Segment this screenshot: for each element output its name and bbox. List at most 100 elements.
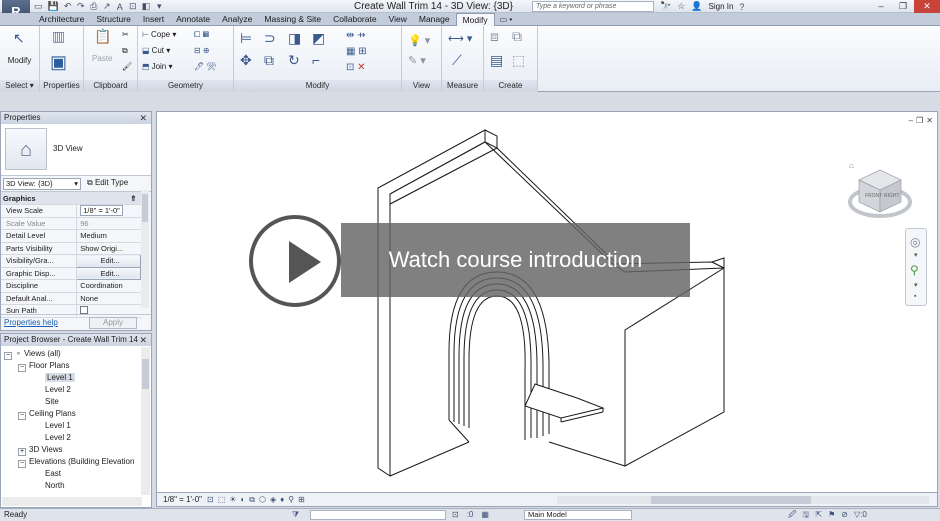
create-similar-icon[interactable]: ⬚	[512, 52, 525, 69]
cope-button[interactable]: ⊢ Cope ▾	[142, 30, 176, 39]
browser-horizontal-scrollbar[interactable]	[2, 497, 142, 506]
select-links-icon[interactable]: 🖉	[788, 509, 797, 521]
sun-path-icon[interactable]: ☀	[229, 493, 236, 506]
search-input[interactable]: Type a keyword or phrase	[532, 1, 654, 12]
view-scrollbar[interactable]	[929, 128, 937, 480]
property-row[interactable]: Graphic Disp... Edit...	[1, 266, 141, 280]
property-value[interactable]: Coordination	[76, 279, 141, 293]
close-icon[interactable]: ✕	[139, 334, 147, 346]
filter-icon[interactable]: ▽:0	[854, 509, 867, 521]
copy-icon[interactable]: ⧉	[264, 52, 274, 69]
tree-node-3d-views[interactable]: +3D Views	[18, 444, 63, 456]
workset-icon[interactable]: ⧩	[292, 509, 299, 521]
viewcube[interactable]: FRONT RIGHT ⌂	[845, 156, 915, 226]
user-icon[interactable]: 👤	[691, 1, 702, 12]
property-row[interactable]: Default Anal... None	[1, 292, 141, 305]
paste-icon[interactable]: 📋	[94, 28, 111, 45]
property-value[interactable]: 1/8" = 1'-0"	[76, 204, 141, 218]
rotate-icon[interactable]: ↻	[288, 52, 300, 69]
minimize-button[interactable]: –	[870, 0, 892, 13]
steering-wheel-icon[interactable]: ◎	[910, 235, 920, 249]
edit-type-button[interactable]: ⧉ Edit Type	[87, 178, 128, 188]
show-crop-region-icon[interactable]: ◈	[270, 493, 276, 506]
view-scale-input[interactable]: 1/8" = 1'-0"	[80, 205, 123, 217]
match-properties-icon[interactable]: 🖌	[122, 62, 132, 71]
tab-view[interactable]: View	[383, 13, 413, 26]
select-pinned-icon[interactable]: ⇱	[815, 509, 822, 521]
instance-filter-select[interactable]: 3D View: {3D} ▾	[3, 178, 81, 190]
save-icon[interactable]: 💾	[48, 1, 59, 12]
join-button[interactable]: ⬒ Join ▾	[142, 62, 172, 71]
design-option-select[interactable]: Main Model	[524, 510, 632, 520]
measure-between-icon[interactable]: ⟷ ▾	[448, 32, 472, 45]
copy-clipboard-icon[interactable]: ⧉	[122, 46, 128, 56]
temporary-hide-icon[interactable]: ⚲	[288, 493, 294, 506]
browser-scrollbar[interactable]	[141, 347, 150, 495]
workset-select[interactable]	[310, 510, 446, 520]
qat-dropdown-icon[interactable]: ▾	[155, 1, 163, 12]
redo-icon[interactable]: ↷	[77, 1, 85, 12]
visual-style-icon[interactable]: ⬚	[218, 493, 226, 506]
measure-icon[interactable]: ↗	[103, 1, 111, 12]
override-graphics-icon[interactable]: ✎ ▾	[408, 54, 426, 67]
cut-geometry-button[interactable]: ⬓ Cut ▾	[142, 46, 170, 55]
paste-button[interactable]: Paste	[92, 54, 112, 63]
render-dialog-icon[interactable]: ⧉	[249, 493, 255, 506]
viewcube-home-icon[interactable]: ⌂	[849, 161, 854, 170]
aligned-dimension-icon[interactable]: ⟋	[452, 52, 462, 69]
undo-icon[interactable]: ↶	[64, 1, 72, 12]
hide-in-view-icon[interactable]: 💡 ▾	[408, 34, 430, 47]
tab-massing-site[interactable]: Massing & Site	[258, 13, 327, 26]
shadows-icon[interactable]: ◐	[240, 493, 245, 506]
select-panel-label[interactable]: Select ▾	[0, 80, 39, 92]
favorites-icon[interactable]: ☆	[677, 1, 685, 12]
delete-icon[interactable]: ✕	[357, 62, 365, 73]
open-icon[interactable]: ▭	[34, 1, 43, 12]
mirror-pick-axis-icon[interactable]: ◨	[288, 30, 301, 47]
close-button[interactable]: ✕	[914, 0, 940, 13]
apply-button[interactable]: Apply	[89, 317, 137, 329]
zoom-icon[interactable]: ⚲	[910, 263, 919, 277]
property-row[interactable]: View Scale 1/8" = 1'-0"	[1, 204, 141, 218]
tab-collaborate[interactable]: Collaborate	[327, 13, 382, 26]
play-button[interactable]	[249, 215, 341, 307]
lock-view-icon[interactable]: ♦	[280, 493, 284, 506]
view-horizontal-scrollbar[interactable]	[557, 496, 929, 504]
cut-clipboard-icon[interactable]: ✂	[122, 30, 129, 39]
watch-intro-banner[interactable]: Watch course introduction	[341, 223, 690, 297]
split-face-icon[interactable]: ⊟ ⊕	[194, 46, 210, 55]
property-row[interactable]: Detail Level Medium	[1, 229, 141, 243]
property-row[interactable]: Discipline Coordination	[1, 279, 141, 293]
property-value[interactable]: Show Origi...	[76, 242, 141, 255]
wall-joins-icon[interactable]: ⧠ ▦	[194, 30, 209, 40]
tab-structure[interactable]: Structure	[90, 13, 137, 26]
offset-icon[interactable]: ⊃	[264, 30, 276, 47]
tree-node-elevations[interactable]: − Elevations (Building Elevation	[18, 456, 134, 468]
create-parts-icon[interactable]: ⧉	[512, 28, 522, 45]
select-by-face-icon[interactable]: ⚑	[828, 509, 835, 521]
cursor-arrow-icon[interactable]: ↖	[13, 30, 25, 47]
editable-only-icon[interactable]: ⊡	[452, 509, 459, 521]
properties-icon[interactable]: ▣	[50, 52, 67, 73]
move-icon[interactable]: ✥	[240, 52, 252, 69]
tab-analyze[interactable]: Analyze	[216, 13, 258, 26]
close-icon[interactable]: ✕	[139, 112, 147, 124]
tab-annotate[interactable]: Annotate	[170, 13, 216, 26]
tree-node-floor-plans[interactable]: − Floor Plans	[18, 360, 69, 372]
collapse-toggle-icon[interactable]: −	[4, 352, 12, 360]
scroll-thumb[interactable]	[142, 359, 149, 389]
navbar-options-icon[interactable]: ▪	[914, 293, 916, 300]
tab-insert[interactable]: Insert	[137, 13, 170, 26]
sun-path-checkbox[interactable]	[80, 305, 89, 314]
property-row[interactable]: Parts Visibility Show Origi...	[1, 242, 141, 255]
visibility-edit-button[interactable]: Edit...	[76, 254, 141, 268]
type-properties-icon[interactable]: ▥	[52, 28, 65, 45]
collapse-toggle-icon[interactable]: −	[18, 364, 26, 372]
tab-modify[interactable]: Modify	[455, 13, 495, 27]
default-3d-view-icon[interactable]: ⊡	[129, 1, 137, 12]
graphic-display-edit-button[interactable]: Edit...	[76, 266, 141, 280]
reveal-hidden-icon[interactable]: ⊞	[298, 493, 305, 506]
modify-button[interactable]: Modify	[0, 56, 39, 65]
text-icon[interactable]: A	[116, 2, 124, 12]
tree-node-ceiling-plans[interactable]: − Ceiling Plans	[18, 408, 76, 420]
